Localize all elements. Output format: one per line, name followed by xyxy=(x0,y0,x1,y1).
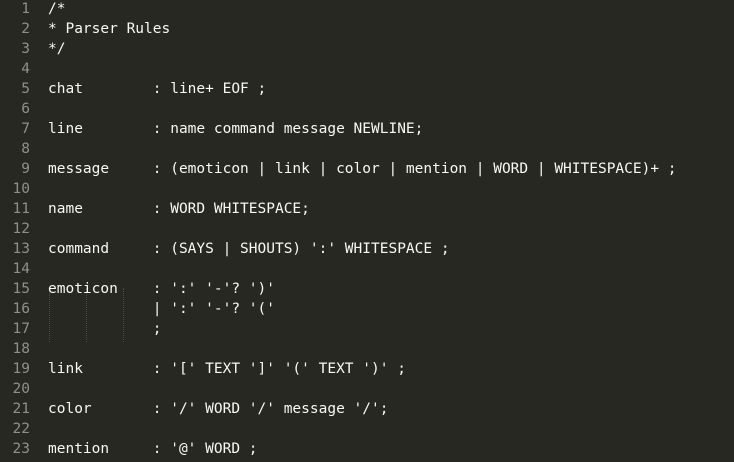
line-number: 19 xyxy=(12,361,30,377)
line-text[interactable]: chat : line+ EOF ; xyxy=(48,79,266,99)
line-number: 22 xyxy=(12,421,30,437)
line-number: 20 xyxy=(12,381,30,397)
line-number: 3 xyxy=(21,41,30,57)
code-line[interactable]: 23 mention : '@' WORD ; xyxy=(0,439,734,459)
line-text[interactable]: line : name command message NEWLINE; xyxy=(48,119,423,139)
code-line[interactable]: 14 xyxy=(0,259,734,279)
line-text[interactable]: color : '/' WORD '/' message '/'; xyxy=(48,399,388,419)
code-area[interactable]: 1 /* 2 * Parser Rules 3 */ 4 5 chat : line+ EOF … xyxy=(0,0,734,462)
line-text[interactable]: mention : '@' WORD ; xyxy=(48,439,258,459)
line-number: 13 xyxy=(12,241,30,257)
code-line[interactable]: 3 */ xyxy=(0,39,734,59)
line-number: 7 xyxy=(21,121,30,137)
line-number: 15 xyxy=(12,281,30,297)
line-number: 5 xyxy=(21,81,30,97)
line-number: 9 xyxy=(21,161,30,177)
line-number: 12 xyxy=(12,221,30,237)
code-line[interactable]: 10 xyxy=(0,179,734,199)
line-number: 2 xyxy=(21,21,30,37)
line-text[interactable]: ; xyxy=(48,319,162,339)
line-number: 14 xyxy=(12,261,30,277)
line-number: 21 xyxy=(12,401,30,417)
line-text[interactable]: * Parser Rules xyxy=(48,19,170,39)
code-line[interactable]: 13 command : (SAYS | SHOUTS) ':' WHITESPA… xyxy=(0,239,734,259)
line-number: 17 xyxy=(12,321,30,337)
code-line[interactable]: 21 color : '/' WORD '/' message '/'; xyxy=(0,399,734,419)
code-line[interactable]: 17 ; xyxy=(0,319,734,339)
code-line[interactable]: 16 | ':' '-'? '(' xyxy=(0,299,734,319)
line-text[interactable]: message : (emoticon | link | color | men… xyxy=(48,159,677,179)
line-number: 1 xyxy=(21,1,30,17)
line-number: 23 xyxy=(12,441,30,457)
code-line[interactable]: 20 xyxy=(0,379,734,399)
line-number: 4 xyxy=(21,61,30,77)
line-number: 16 xyxy=(12,301,30,317)
line-number: 6 xyxy=(21,101,30,117)
code-line[interactable]: 12 xyxy=(0,219,734,239)
code-editor[interactable]: 1 /* 2 * Parser Rules 3 */ 4 5 chat : line+ EOF … xyxy=(0,0,734,462)
line-number: 8 xyxy=(21,141,30,157)
code-line[interactable]: 7 line : name command message NEWLINE; xyxy=(0,119,734,139)
line-text[interactable]: */ xyxy=(48,39,65,59)
code-line[interactable]: 18 xyxy=(0,339,734,359)
code-line[interactable]: 5 chat : line+ EOF ; xyxy=(0,79,734,99)
code-line[interactable]: 9 message : (emoticon | link | color | me… xyxy=(0,159,734,179)
code-line[interactable]: 11 name : WORD WHITESPACE; xyxy=(0,199,734,219)
code-line[interactable]: 15 emoticon : ':' '-'? ')' xyxy=(0,279,734,299)
code-line[interactable]: 6 xyxy=(0,99,734,119)
line-text[interactable]: emoticon : ':' '-'? ')' xyxy=(48,279,275,299)
code-line[interactable]: 2 * Parser Rules xyxy=(0,19,734,39)
line-text[interactable]: name : WORD WHITESPACE; xyxy=(48,199,310,219)
code-line[interactable]: 19 link : '[' TEXT ']' '(' TEXT ')' ; xyxy=(0,359,734,379)
line-number: 10 xyxy=(12,181,30,197)
code-line[interactable]: 1 /* xyxy=(0,0,734,19)
code-line[interactable]: 4 xyxy=(0,59,734,79)
code-line[interactable]: 22 xyxy=(0,419,734,439)
line-text[interactable]: link : '[' TEXT ']' '(' TEXT ')' ; xyxy=(48,359,406,379)
line-number: 11 xyxy=(12,201,30,217)
line-text[interactable]: command : (SAYS | SHOUTS) ':' WHITESPACE… xyxy=(48,239,450,259)
line-number: 18 xyxy=(12,341,30,357)
code-line[interactable]: 8 xyxy=(0,139,734,159)
line-text[interactable]: | ':' '-'? '(' xyxy=(48,299,275,319)
line-text[interactable]: /* xyxy=(48,0,65,19)
